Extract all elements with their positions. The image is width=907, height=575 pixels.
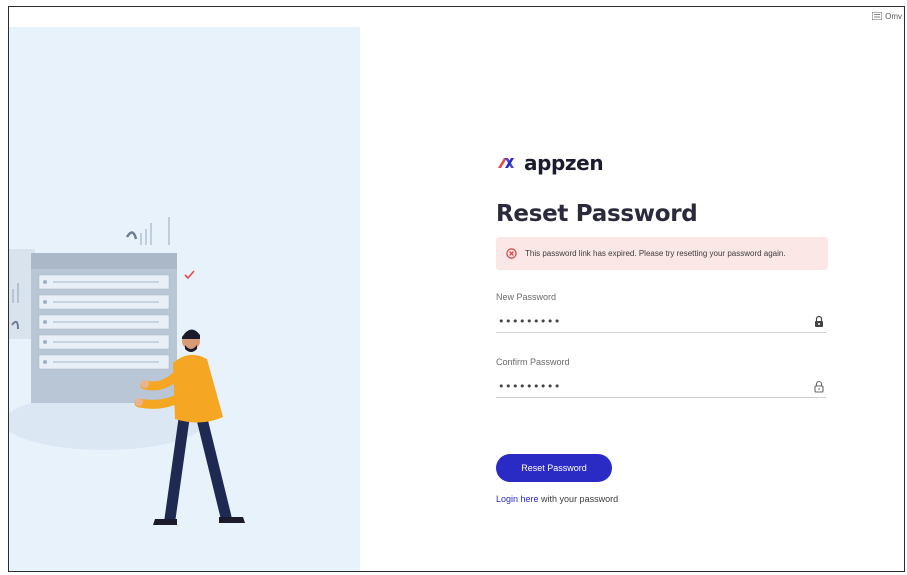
corner-menu-button[interactable]: Omv (872, 9, 904, 23)
new-password-group: New Password (496, 292, 826, 333)
error-alert: This password link has expired. Please t… (496, 237, 828, 270)
login-link[interactable]: Login here (496, 494, 539, 504)
confirm-password-input[interactable] (496, 379, 778, 393)
appzen-logo-icon (498, 158, 514, 168)
brand-name: appzen (524, 151, 604, 175)
login-hint: Login here with your password (496, 494, 830, 504)
lock-icon[interactable] (814, 380, 824, 393)
reset-password-button[interactable]: Reset Password (496, 454, 612, 482)
new-password-label: New Password (496, 292, 557, 302)
login-suffix: with your password (538, 494, 619, 504)
new-password-input[interactable] (496, 314, 778, 328)
confirm-password-row (496, 375, 826, 398)
brand-logo: appzen (496, 151, 830, 175)
app-frame: Omv appzen Reset Password This password … (8, 6, 905, 572)
reset-panel: appzen Reset Password This password link… (360, 27, 904, 571)
error-circle-icon (506, 248, 517, 259)
confirm-password-label: Confirm Password (496, 357, 570, 367)
illustration-panel (9, 27, 360, 571)
page-title: Reset Password (496, 201, 698, 227)
new-password-row (496, 310, 826, 333)
menu-icon (872, 12, 883, 20)
confirm-password-group: Confirm Password (496, 357, 826, 398)
lock-icon[interactable] (814, 315, 824, 328)
top-bar: Omv (9, 7, 904, 25)
person-document-illustration (9, 217, 245, 525)
error-message: This password link has expired. Please t… (525, 249, 786, 258)
reset-form: appzen Reset Password This password link… (496, 151, 830, 504)
corner-menu-label: Omv (885, 11, 902, 21)
